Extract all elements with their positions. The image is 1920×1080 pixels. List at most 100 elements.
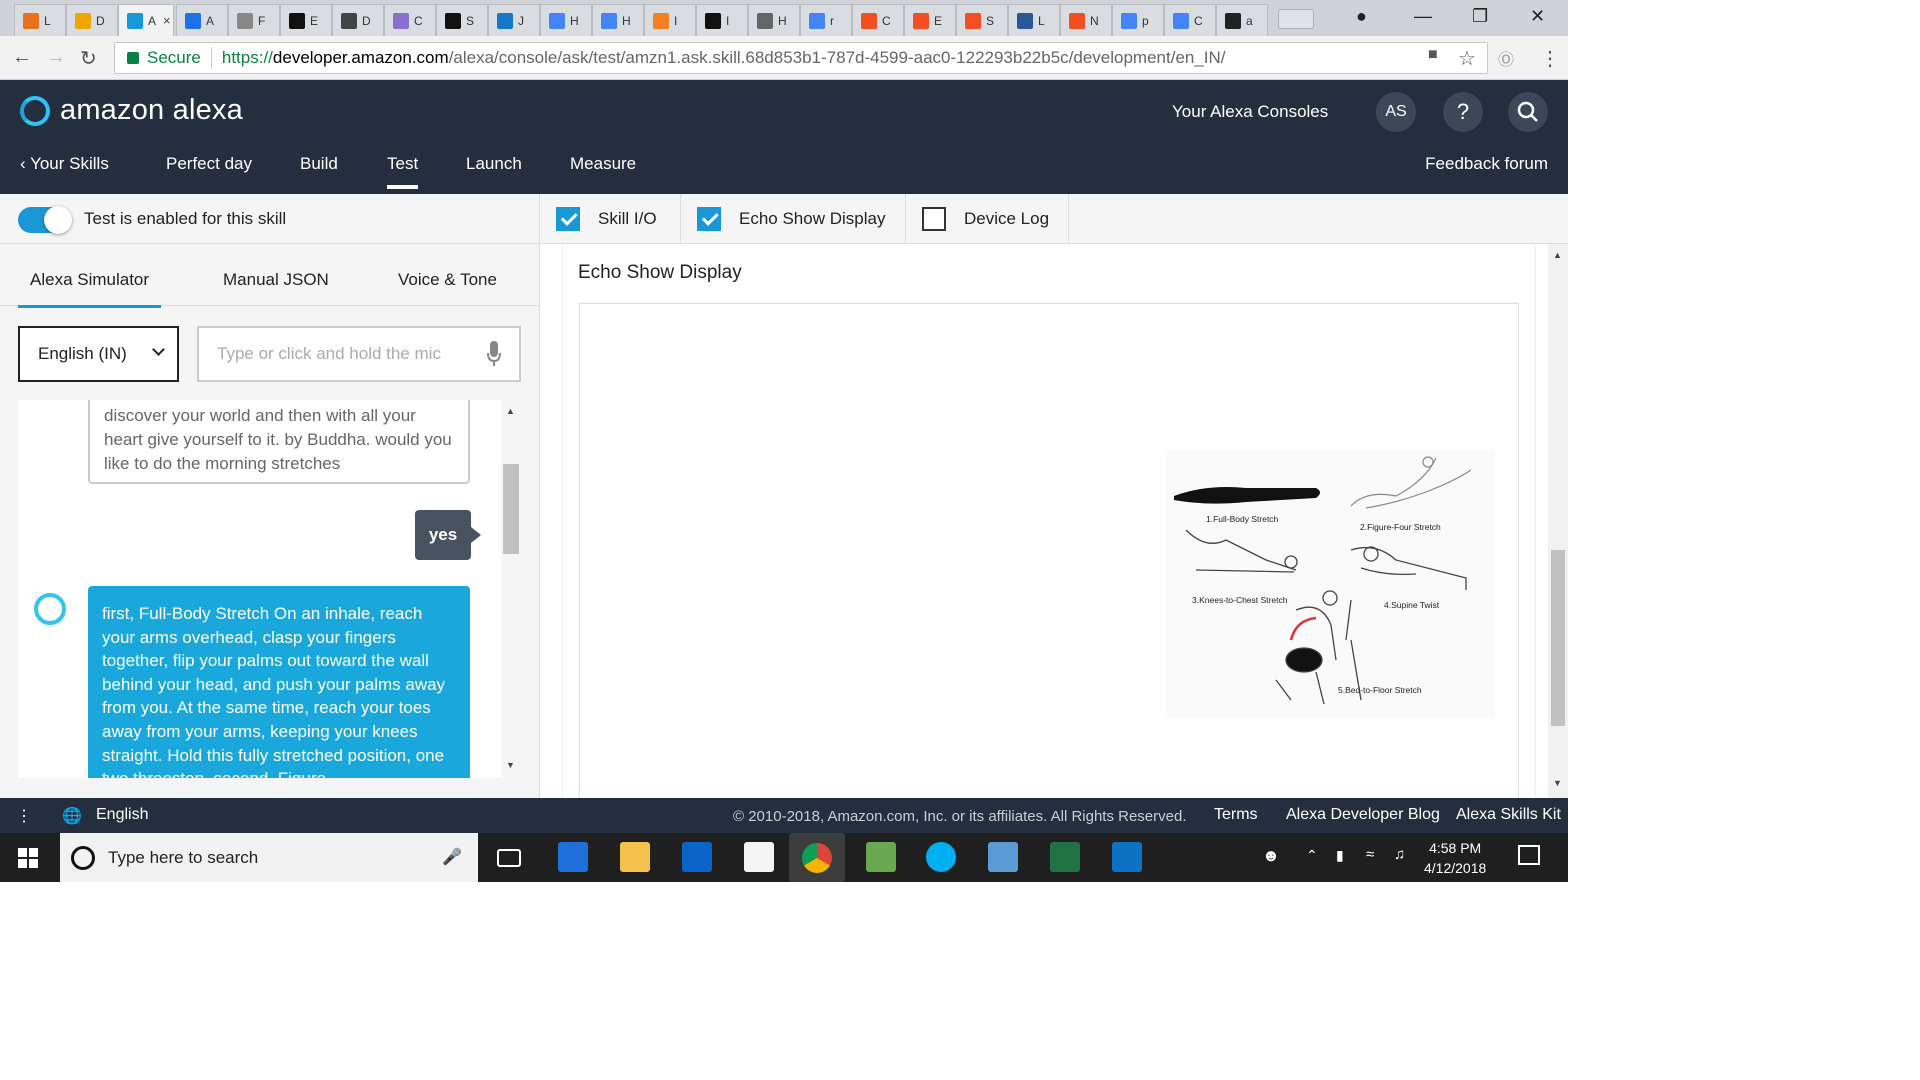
language-select[interactable]: English (IN) — [18, 326, 179, 382]
avatar[interactable]: AS — [1376, 92, 1416, 132]
volume-icon[interactable]: ♫ — [1394, 846, 1405, 863]
browser-tab[interactable]: E — [904, 4, 956, 36]
file-explorer-icon[interactable] — [620, 842, 650, 872]
taskbar-mic-icon[interactable]: 🎤 — [442, 847, 462, 867]
chat-scrollbar[interactable]: ▲ ▼ — [501, 400, 521, 778]
scroll-down-icon[interactable]: ▼ — [1553, 778, 1562, 788]
skill-io-checkbox[interactable] — [556, 207, 580, 231]
utterance-input[interactable] — [197, 326, 521, 382]
browser-tab[interactable]: p — [1112, 4, 1164, 36]
skype-icon[interactable] — [926, 842, 956, 872]
browser-tab[interactable]: a — [1216, 4, 1268, 36]
scroll-up-icon[interactable]: ▲ — [1553, 250, 1562, 260]
chrome-taskbar-button[interactable] — [789, 833, 845, 882]
browser-tab[interactable]: H — [540, 4, 592, 36]
browser-tab[interactable]: r — [800, 4, 852, 36]
battery-icon[interactable]: ▮ — [1336, 847, 1344, 864]
forward-icon[interactable]: → — [46, 46, 66, 69]
page-scrollbar[interactable]: ▲ ▼ — [1548, 244, 1568, 798]
control-panel-icon[interactable] — [988, 842, 1018, 872]
browser-tab[interactable]: I — [644, 4, 696, 36]
device-log-option[interactable]: Device Log — [906, 194, 1069, 244]
footer-ask-link[interactable]: Alexa Skills Kit — [1456, 806, 1561, 824]
browser-tab[interactable]: A × — [118, 4, 174, 36]
browser-tab[interactable]: N — [1060, 4, 1112, 36]
nav-skill-name[interactable]: Perfect day — [166, 154, 252, 174]
people-icon[interactable]: ☻ — [1262, 846, 1280, 866]
nav-measure[interactable]: Measure — [570, 154, 636, 174]
browser-tab[interactable]: E — [280, 4, 332, 36]
favicon-icon — [653, 12, 669, 29]
bookmark-star-icon[interactable]: ☆ — [1458, 46, 1476, 71]
back-icon[interactable]: ← — [12, 46, 32, 69]
close-window-icon[interactable]: ✕ — [1530, 6, 1545, 27]
excel-icon[interactable] — [1050, 842, 1080, 872]
edge-icon[interactable] — [558, 842, 588, 872]
label-supine-twist: 4.Supine Twist — [1384, 600, 1440, 610]
browser-tab[interactable]: J — [488, 4, 540, 36]
taskbar-search[interactable]: Type here to search 🎤 — [60, 833, 478, 882]
new-tab-button[interactable] — [1278, 9, 1314, 29]
footer-terms-link[interactable]: Terms — [1214, 806, 1258, 824]
extension-icon[interactable]: Ⓞ — [1498, 46, 1514, 70]
minimize-icon[interactable]: — — [1414, 6, 1432, 27]
sticky-notes-icon[interactable] — [744, 842, 774, 872]
echo-show-option[interactable]: Echo Show Display — [681, 194, 906, 244]
tab-alexa-simulator[interactable]: Alexa Simulator — [17, 270, 162, 308]
camera-icon[interactable]: ■ — [1428, 46, 1438, 64]
browser-tab[interactable]: C — [384, 4, 436, 36]
browser-tab[interactable]: D — [332, 4, 384, 36]
tray-chevron-icon[interactable]: ⌃ — [1306, 847, 1318, 864]
page-scroll-thumb[interactable] — [1551, 550, 1565, 726]
profile-icon[interactable]: ● — [1356, 6, 1367, 27]
taskbar-clock[interactable]: 4:58 PM 4/12/2018 — [1424, 838, 1486, 878]
chevron-down-icon — [152, 343, 165, 356]
action-center-icon[interactable] — [1518, 845, 1540, 865]
test-enabled-toggle[interactable] — [18, 206, 72, 234]
scroll-down-icon[interactable]: ▼ — [506, 760, 515, 770]
browser-tab[interactable]: C — [852, 4, 904, 36]
tab-manual-json[interactable]: Manual JSON — [223, 270, 329, 290]
skill-io-option[interactable]: Skill I/O — [540, 194, 681, 244]
echo-show-checkbox[interactable] — [697, 207, 721, 231]
browser-tab[interactable]: S — [956, 4, 1008, 36]
task-view-icon[interactable] — [497, 849, 521, 867]
browser-tab[interactable]: D — [66, 4, 118, 36]
search-icon[interactable] — [1508, 92, 1548, 132]
close-tab-icon[interactable]: × — [163, 13, 171, 28]
browser-tab[interactable]: L — [14, 4, 66, 36]
windows-start-icon[interactable] — [18, 848, 38, 868]
alexa-consoles-menu[interactable]: Your Alexa Consoles — [1172, 102, 1328, 122]
vscode-icon[interactable] — [1112, 842, 1142, 872]
address-bar[interactable]: Secure https:// developer.amazon.com /al… — [114, 42, 1488, 74]
nav-your-skills[interactable]: ‹ Your Skills — [20, 154, 109, 174]
tab-voice-tone[interactable]: Voice & Tone — [398, 270, 497, 290]
browser-tab[interactable]: A — [176, 4, 228, 36]
menu-icon[interactable]: ⋮ — [1540, 46, 1560, 71]
nav-build[interactable]: Build — [300, 154, 338, 174]
wifi-icon[interactable]: ≈ — [1366, 846, 1374, 863]
footer-language[interactable]: English — [96, 806, 148, 824]
browser-tab[interactable]: H — [592, 4, 644, 36]
browser-tab[interactable]: F — [228, 4, 280, 36]
footer-blog-link[interactable]: Alexa Developer Blog — [1286, 806, 1440, 824]
browser-tab[interactable]: L — [1008, 4, 1060, 36]
notepad-icon[interactable] — [866, 842, 896, 872]
reload-icon[interactable]: ↻ — [80, 46, 97, 71]
browser-tab[interactable]: H — [748, 4, 800, 36]
nav-test[interactable]: Test — [387, 154, 419, 189]
microphone-icon[interactable] — [487, 341, 501, 367]
more-icon[interactable]: ⋮ — [16, 806, 32, 826]
browser-tab[interactable]: S — [436, 4, 488, 36]
chat-scroll-thumb[interactable] — [503, 464, 519, 554]
help-icon[interactable]: ? — [1443, 92, 1483, 132]
feedback-forum-link[interactable]: Feedback forum — [1425, 154, 1548, 174]
nav-launch[interactable]: Launch — [466, 154, 522, 174]
outlook-icon[interactable] — [682, 842, 712, 872]
chat-log[interactable]: discover your world and then with all yo… — [18, 400, 501, 778]
scroll-up-icon[interactable]: ▲ — [506, 406, 515, 416]
restore-icon[interactable]: ❐ — [1472, 6, 1488, 27]
browser-tab[interactable]: I — [696, 4, 748, 36]
browser-tab[interactable]: C — [1164, 4, 1216, 36]
device-log-checkbox[interactable] — [922, 207, 946, 231]
